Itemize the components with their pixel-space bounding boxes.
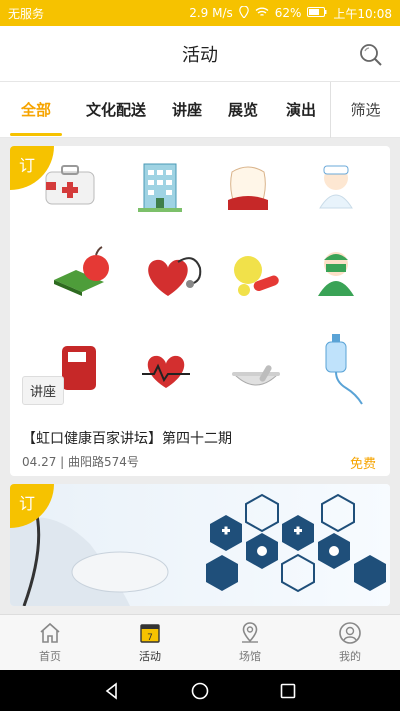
category-tabs: 全部 文化配送 讲座 展览 演出 筛选 <box>0 81 400 138</box>
status-bar: 无服务 2.9 M/s 62% 上午10:08 <box>0 0 400 26</box>
calendar-icon: 7 <box>140 624 160 643</box>
battery-text: 62% <box>274 6 302 20</box>
medical-kit-icon <box>45 165 95 205</box>
doctor-icon <box>318 252 354 296</box>
heart-stethoscope-icon <box>148 257 202 296</box>
tab-exhibition[interactable]: 展览 <box>214 82 272 138</box>
nav-home[interactable]: 首页 <box>0 615 100 670</box>
activity-list: 订 讲座 【虹口健康百家讲坛】第四十二期 04.27 | 曲阳路574号 免费 … <box>10 146 390 606</box>
user-icon <box>339 622 361 644</box>
iv-drip-icon <box>325 334 363 405</box>
filter-button[interactable]: 筛选 <box>330 81 400 138</box>
back-icon[interactable] <box>102 681 122 701</box>
heartbeat-icon <box>142 355 190 388</box>
tab-lecture[interactable]: 讲座 <box>160 82 214 138</box>
nav-venue-label: 场馆 <box>239 650 261 663</box>
nav-home-label: 首页 <box>39 650 61 663</box>
tab-performance[interactable]: 演出 <box>272 82 330 138</box>
tab-all[interactable]: 全部 <box>0 82 72 138</box>
activity-card[interactable]: 订 <box>10 484 390 606</box>
nav-venue[interactable]: 场馆 <box>200 615 300 670</box>
medicine-book-apple-icon <box>54 246 109 296</box>
event-title[interactable]: 【虹口健康百家讲坛】第四十二期 <box>22 428 232 448</box>
nav-activity-label: 活动 <box>139 650 161 663</box>
mortar-pestle-icon <box>232 365 280 386</box>
nav-activity[interactable]: 7 活动 <box>100 615 200 670</box>
bottom-navigation: 首页 7 活动 场馆 我的 <box>0 614 400 670</box>
location-icon <box>238 4 249 21</box>
status-right: 2.9 M/s 62% 上午10:08 <box>189 4 392 22</box>
activity-image <box>45 163 363 405</box>
activity-banner-image <box>10 484 390 606</box>
recent-apps-icon[interactable] <box>278 681 298 701</box>
location-pin-icon <box>242 622 258 643</box>
home-circle-icon[interactable] <box>190 681 210 701</box>
search-icon[interactable] <box>358 42 384 68</box>
tab-culture-delivery[interactable]: 文化配送 <box>72 82 160 138</box>
time-text: 上午10:08 <box>333 6 392 21</box>
category-tag: 讲座 <box>22 376 65 405</box>
app-header: 活动 <box>0 26 400 82</box>
nav-mine[interactable]: 我的 <box>300 615 400 670</box>
activity-card[interactable]: 订 <box>10 146 390 476</box>
net-speed-text: 2.9 M/s <box>189 6 233 20</box>
carrier-text: 无服务 <box>8 6 45 21</box>
nav-mine-label: 我的 <box>339 650 361 663</box>
event-date-location: 04.27 | 曲阳路574号 <box>22 455 139 469</box>
event-price: 免费 <box>349 457 376 472</box>
page-title: 活动 <box>182 44 218 66</box>
system-navigation-bar <box>0 670 400 711</box>
svg-text:7: 7 <box>147 633 153 643</box>
wifi-icon <box>255 6 269 20</box>
pills-icon <box>234 256 279 296</box>
nurse-icon <box>319 165 353 209</box>
tooth-icon <box>228 166 268 210</box>
home-icon <box>40 622 60 643</box>
hospital-building-icon <box>138 163 182 212</box>
blood-bag-icon <box>62 346 96 390</box>
battery-icon <box>307 6 327 20</box>
